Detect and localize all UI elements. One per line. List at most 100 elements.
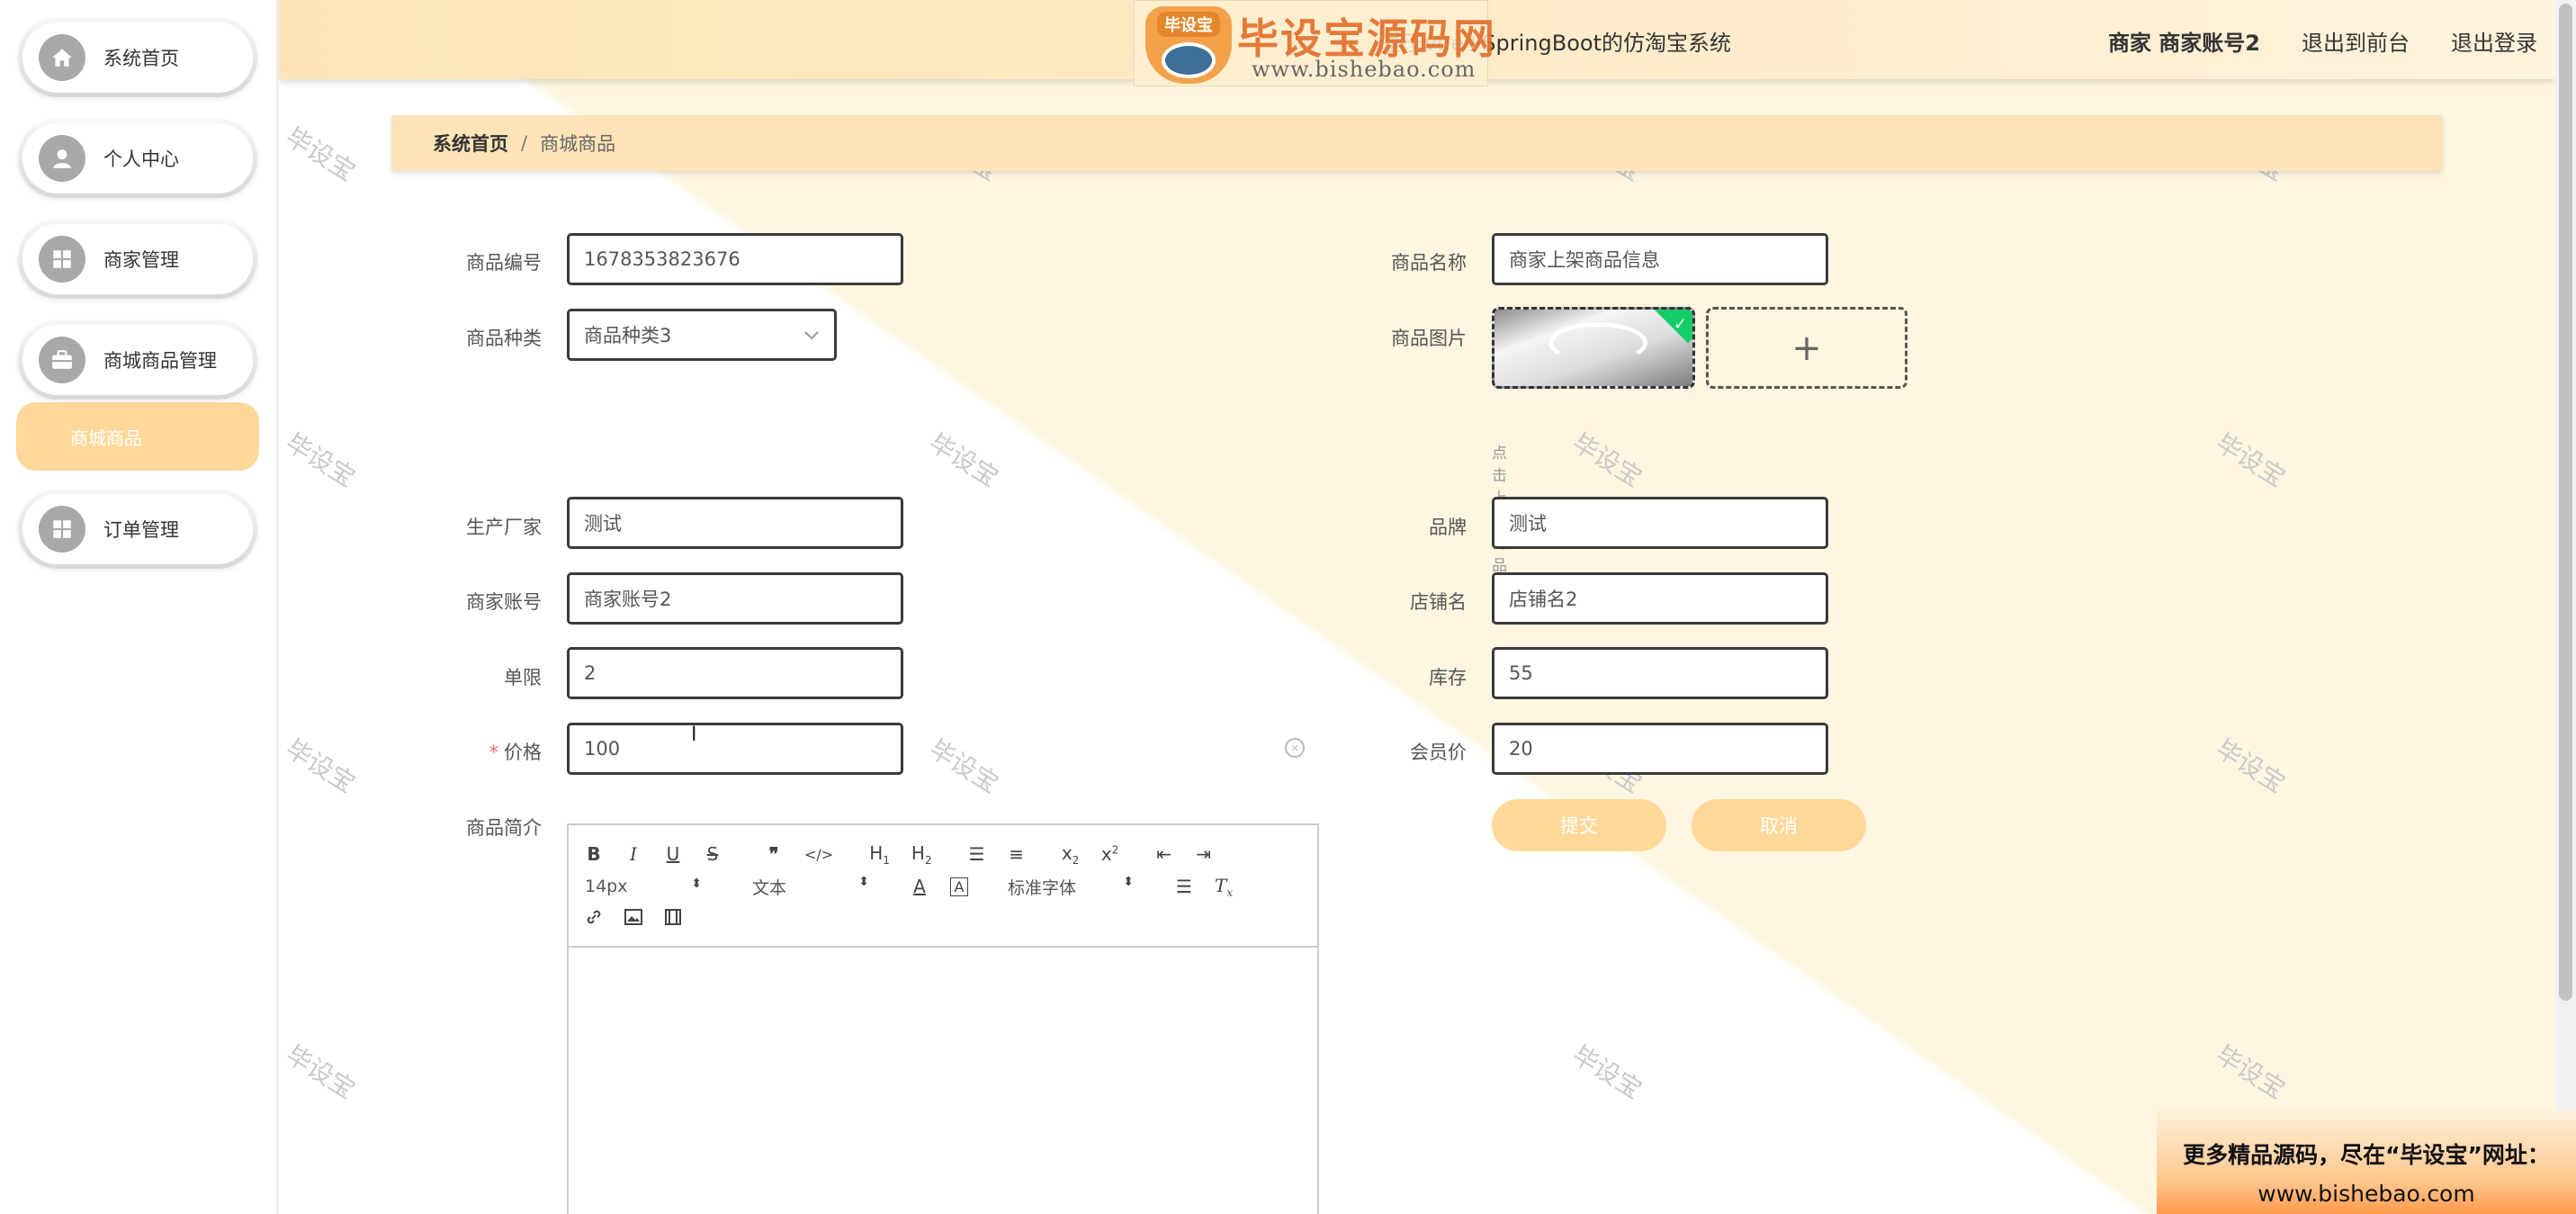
shop-name-label: 店铺名 bbox=[1410, 591, 1467, 613]
grid-icon bbox=[39, 236, 85, 283]
heading-1-icon[interactable]: H1 bbox=[869, 842, 890, 867]
sidebar-item-home[interactable]: 系统首页 bbox=[18, 18, 257, 97]
user-icon bbox=[39, 135, 85, 182]
editor-toolbar: B I U S ❞ </> H1 H2 ☰ ≡ x2 x2 ⇤ ⇥ 14px ⬍ bbox=[569, 825, 1317, 948]
price-input[interactable]: 100 bbox=[567, 723, 903, 775]
breadcrumb-current: 商城商品 bbox=[540, 133, 616, 155]
video-icon[interactable] bbox=[664, 908, 682, 931]
image-label: 商品图片 bbox=[1391, 328, 1467, 349]
italic-icon[interactable]: I bbox=[624, 843, 642, 865]
exit-to-front-link[interactable]: 退出到前台 bbox=[2302, 25, 2410, 57]
upload-add-button[interactable]: + bbox=[1706, 307, 1907, 389]
plus-icon: + bbox=[1791, 327, 1822, 369]
sidebar-subitem-label: 商城商品 bbox=[70, 427, 142, 449]
font-family-select[interactable]: 标准字体 ⬍ bbox=[1008, 875, 1134, 899]
product-photo bbox=[1548, 322, 1647, 364]
font-size-select[interactable]: 14px ⬍ bbox=[585, 877, 702, 896]
category-selected-value: 商品种类3 bbox=[584, 325, 672, 346]
breadcrumb-separator: / bbox=[521, 132, 528, 154]
underline-icon[interactable]: U bbox=[664, 843, 682, 865]
font-color-icon[interactable]: A bbox=[911, 876, 929, 897]
member-price-label: 会员价 bbox=[1410, 742, 1467, 763]
shop-name-input[interactable]: 店铺名2 bbox=[1492, 572, 1828, 625]
select-arrows-icon: ⬍ bbox=[858, 874, 869, 889]
header-actions: 商家 商家账号2 退出到前台 退出登录 bbox=[2108, 25, 2537, 57]
limit-input[interactable]: 2 bbox=[567, 647, 903, 699]
superscript-icon[interactable]: x2 bbox=[1101, 843, 1119, 865]
select-arrows-icon: ⬍ bbox=[1123, 874, 1134, 889]
stock-input[interactable]: 55 bbox=[1492, 647, 1828, 699]
sidebar: 系统首页 个人中心 商家管理 商城商品管理 商城商品 订单管理 bbox=[0, 0, 279, 1214]
logo-badge-icon: 毕设宝 bbox=[1145, 6, 1232, 84]
promo-text: 更多精品源码，尽在“毕设宝”网址： bbox=[2183, 1142, 2550, 1168]
merchant-account-input[interactable]: 商家账号2 bbox=[567, 572, 903, 625]
uploaded-image-thumbnail[interactable]: ✓ bbox=[1492, 307, 1695, 389]
chevron-down-icon bbox=[803, 324, 820, 346]
rich-text-editor: B I U S ❞ </> H1 H2 ☰ ≡ x2 x2 ⇤ ⇥ 14px ⬍ bbox=[567, 823, 1319, 1214]
product-name-input[interactable]: 商家上架商品信息 bbox=[1492, 233, 1828, 285]
font-size-value: 14px bbox=[585, 877, 628, 896]
price-label: * 价格 bbox=[371, 738, 543, 765]
bold-icon[interactable]: B bbox=[585, 843, 603, 865]
category-label: 商品种类 bbox=[466, 328, 542, 349]
check-icon: ✓ bbox=[1673, 315, 1687, 334]
site-logo: 毕设宝 毕设宝源码网 www.bishebao.com bbox=[1134, 0, 1494, 86]
blockquote-icon[interactable]: ❞ bbox=[765, 843, 783, 865]
subscript-icon[interactable]: x2 bbox=[1062, 842, 1080, 867]
stock-label: 库存 bbox=[1429, 667, 1467, 688]
manufacturer-input[interactable]: 测试 bbox=[567, 497, 903, 549]
logout-link[interactable]: 退出登录 bbox=[2451, 25, 2537, 57]
sidebar-item-product-management[interactable]: 商城商品管理 bbox=[18, 320, 257, 400]
sidebar-item-label: 商家管理 bbox=[103, 249, 179, 271]
cancel-button[interactable]: 取消 bbox=[1692, 799, 1866, 851]
breadcrumb-home[interactable]: 系统首页 bbox=[433, 130, 508, 157]
grid-icon bbox=[39, 506, 85, 553]
paragraph-value: 文本 bbox=[752, 877, 787, 898]
ordered-list-icon[interactable]: ☰ bbox=[968, 843, 986, 865]
indent-icon[interactable]: ⇥ bbox=[1195, 843, 1213, 865]
select-arrows-icon: ⬍ bbox=[691, 877, 702, 891]
promo-url: www.bishebao.com bbox=[2257, 1181, 2475, 1207]
link-icon[interactable] bbox=[585, 908, 603, 931]
brand-input[interactable]: 测试 bbox=[1492, 497, 1828, 549]
logo-face-icon bbox=[1162, 42, 1216, 78]
outdent-icon[interactable]: ⇤ bbox=[1155, 843, 1173, 865]
merchant-account-label: 商家账号 bbox=[466, 591, 542, 613]
bullet-list-icon[interactable]: ≡ bbox=[1008, 843, 1026, 865]
sidebar-item-label: 商城商品管理 bbox=[103, 350, 217, 372]
manufacturer-label: 生产厂家 bbox=[466, 517, 542, 538]
member-price-input[interactable]: 20 bbox=[1492, 723, 1828, 775]
image-icon[interactable] bbox=[624, 908, 642, 930]
breadcrumb: 系统首页 / 商城商品 bbox=[391, 115, 2443, 171]
sidebar-item-order-management[interactable]: 订单管理 bbox=[18, 490, 257, 569]
sidebar-subitem-mall-products[interactable]: 商城商品 bbox=[16, 402, 259, 471]
sidebar-item-label: 系统首页 bbox=[103, 48, 179, 69]
current-user: 商家 商家账号2 bbox=[2107, 31, 2260, 56]
sidebar-item-label: 个人中心 bbox=[103, 148, 179, 170]
sidebar-item-profile[interactable]: 个人中心 bbox=[18, 119, 257, 198]
sidebar-item-merchant-management[interactable]: 商家管理 bbox=[18, 220, 257, 299]
sidebar-item-label: 订单管理 bbox=[103, 519, 179, 541]
scrollbar-thumb[interactable] bbox=[2559, 4, 2572, 1001]
clear-format-icon[interactable]: Tx bbox=[1215, 875, 1233, 899]
background-color-icon[interactable]: A bbox=[950, 877, 968, 896]
promo-banner: 更多精品源码，尽在“毕设宝”网址： www.bishebao.com bbox=[2157, 1111, 2576, 1214]
briefcase-icon bbox=[39, 337, 85, 383]
product-name-label: 商品名称 bbox=[1391, 252, 1467, 274]
limit-label: 单限 bbox=[504, 667, 542, 688]
description-label: 商品简介 bbox=[466, 817, 542, 839]
logo-url: www.bishebao.com bbox=[1252, 57, 1476, 82]
heading-2-icon[interactable]: H2 bbox=[911, 842, 932, 867]
home-icon bbox=[39, 34, 85, 81]
paragraph-select[interactable]: 文本 ⬍ bbox=[752, 875, 869, 899]
brand-label: 品牌 bbox=[1429, 517, 1467, 538]
strikethrough-icon[interactable]: S bbox=[704, 843, 722, 865]
align-icon[interactable]: ☰ bbox=[1175, 876, 1193, 897]
category-select[interactable]: 商品种类3 bbox=[567, 309, 837, 361]
product-code-input[interactable]: 1678353823676 bbox=[567, 233, 903, 285]
required-mark: * bbox=[489, 742, 499, 763]
submit-button[interactable]: 提交 bbox=[1492, 799, 1666, 851]
code-icon[interactable]: </> bbox=[804, 846, 833, 863]
editor-content-area[interactable] bbox=[569, 948, 1317, 1214]
text-cursor-icon: I bbox=[691, 724, 697, 746]
